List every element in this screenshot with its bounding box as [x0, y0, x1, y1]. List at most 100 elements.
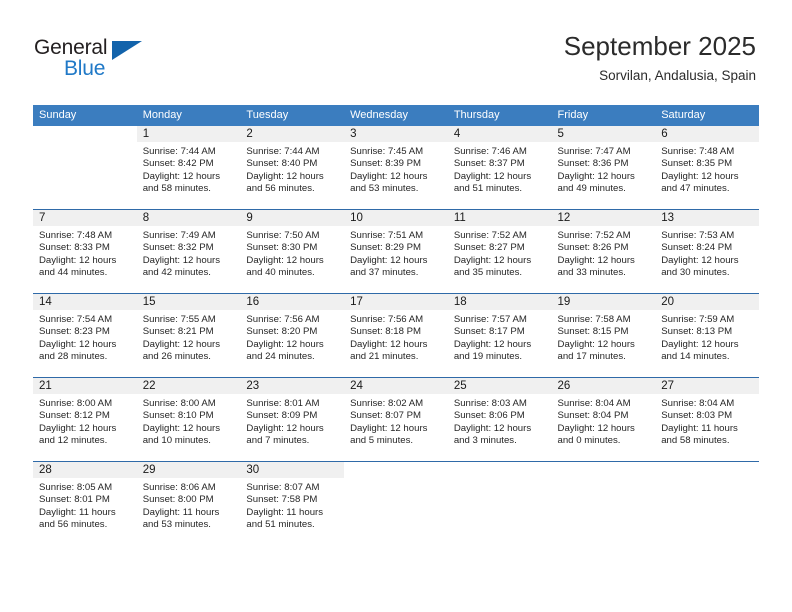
day-number: 9: [240, 210, 345, 226]
daylight-text-line1: Daylight: 12 hours: [557, 422, 635, 434]
daylight-text-line2: and 44 minutes.: [39, 266, 108, 278]
sunset-text: Sunset: 8:32 PM: [142, 242, 214, 254]
daylight-text-line1: Daylight: 12 hours: [453, 338, 532, 350]
daylight-text-line1: Daylight: 12 hours: [246, 338, 324, 350]
weekday-header-wednesday: Wednesday: [344, 105, 448, 126]
day-cell: 7 Sunrise: 7:48 AM Sunset: 8:33 PM Daylight…: [33, 210, 137, 293]
sunrise-text: Sunrise: 7:59 AM: [661, 314, 735, 325]
day-info: Sunrise: 8:06 AM Sunset: 8:00 PM Daylight:…: [137, 478, 241, 531]
sunset-text: Sunset: 8:17 PM: [453, 326, 525, 338]
calendar-day-cell[interactable]: 21 Sunrise: 8:00 AM Sunset: 8:12 PM Dayligh…: [33, 377, 137, 462]
daylight-text-line2: and 3 minutes.: [453, 434, 517, 446]
day-info: Sunrise: 7:55 AM Sunset: 8:21 PM Daylight:…: [137, 310, 241, 363]
calendar-day-cell[interactable]: 30 Sunrise: 8:07 AM Sunset: 7:58 PM Dayligh…: [240, 461, 345, 545]
calendar-day-cell[interactable]: 27 Sunrise: 8:04 AM Sunset: 8:03 PM Dayligh…: [655, 377, 759, 462]
calendar-header-row: Sunday Monday Tuesday Wednesday Thursday…: [33, 105, 759, 126]
calendar-day-cell[interactable]: 5 Sunrise: 7:47 AM Sunset: 8:36 PM Daylight…: [551, 126, 656, 210]
day-cell: 24 Sunrise: 8:02 AM Sunset: 8:07 PM Dayligh…: [344, 378, 448, 461]
calendar-day-cell[interactable]: 24 Sunrise: 8:02 AM Sunset: 8:07 PM Dayligh…: [344, 377, 448, 462]
calendar-day-cell[interactable]: 1 Sunrise: 7:44 AM Sunset: 8:42 PM Daylight…: [136, 126, 241, 210]
calendar-week-row: 1 Sunrise: 7:44 AM Sunset: 8:42 PM Daylight…: [33, 126, 759, 210]
daylight-text-line1: Daylight: 12 hours: [557, 170, 635, 182]
day-cell: 23 Sunrise: 8:01 AM Sunset: 8:09 PM Dayligh…: [240, 378, 345, 461]
daylight-text-line1: Daylight: 12 hours: [557, 254, 635, 266]
day-info: Sunrise: 8:05 AM Sunset: 8:01 PM Daylight:…: [33, 478, 137, 531]
day-number: 29: [136, 462, 241, 478]
daylight-text-line2: and 19 minutes.: [453, 350, 523, 362]
daylight-text-line1: Daylight: 12 hours: [350, 338, 428, 350]
daylight-text-line1: Daylight: 12 hours: [453, 422, 532, 434]
day-cell: 11 Sunrise: 7:52 AM Sunset: 8:27 PM Dayligh…: [447, 210, 552, 293]
day-info: Sunrise: 7:56 AM Sunset: 8:18 PM Daylight:…: [344, 310, 448, 363]
calendar-day-cell[interactable]: 12 Sunrise: 7:52 AM Sunset: 8:26 PM Dayligh…: [551, 209, 656, 294]
day-info: Sunrise: 7:48 AM Sunset: 8:35 PM Daylight:…: [655, 142, 759, 195]
sunset-text: Sunset: 8:15 PM: [557, 326, 629, 338]
day-info: Sunrise: 8:04 AM Sunset: 8:04 PM Daylight:…: [552, 394, 656, 447]
calendar-day-cell[interactable]: 11 Sunrise: 7:52 AM Sunset: 8:27 PM Dayligh…: [447, 209, 552, 294]
day-number: 3: [344, 126, 448, 142]
general-blue-logo[interactable]: General Blue: [34, 36, 234, 92]
sunrise-text: Sunrise: 8:05 AM: [39, 482, 113, 493]
daylight-text-line1: Daylight: 11 hours: [142, 506, 220, 518]
calendar-day-cell[interactable]: 10 Sunrise: 7:51 AM Sunset: 8:29 PM Dayligh…: [344, 209, 448, 294]
day-number: 18: [447, 294, 552, 310]
logo-text-blue: Blue: [64, 57, 106, 80]
day-number: 22: [136, 378, 241, 394]
sunrise-text: Sunrise: 8:07 AM: [246, 482, 320, 493]
calendar-day-cell[interactable]: 14 Sunrise: 7:54 AM Sunset: 8:23 PM Dayligh…: [33, 293, 137, 378]
calendar-day-cell[interactable]: 17 Sunrise: 7:56 AM Sunset: 8:18 PM Dayligh…: [344, 293, 448, 378]
day-number: 8: [136, 210, 241, 226]
day-cell: 17 Sunrise: 7:56 AM Sunset: 8:18 PM Dayligh…: [344, 294, 448, 377]
daylight-text-line1: Daylight: 12 hours: [39, 254, 117, 266]
daylight-text-line2: and 58 minutes.: [142, 182, 211, 194]
calendar-day-cell[interactable]: 28 Sunrise: 8:05 AM Sunset: 8:01 PM Dayligh…: [33, 461, 137, 545]
calendar-day-cell[interactable]: 3 Sunrise: 7:45 AM Sunset: 8:39 PM Daylight…: [344, 126, 448, 210]
sunrise-text: Sunrise: 8:01 AM: [246, 398, 320, 409]
day-cell: 21 Sunrise: 8:00 AM Sunset: 8:12 PM Dayligh…: [33, 378, 137, 461]
calendar-day-cell[interactable]: 19 Sunrise: 7:58 AM Sunset: 8:15 PM Dayligh…: [551, 293, 656, 378]
day-cell: 22 Sunrise: 8:00 AM Sunset: 8:10 PM Dayligh…: [136, 378, 241, 461]
calendar-day-cell[interactable]: 23 Sunrise: 8:01 AM Sunset: 8:09 PM Dayligh…: [240, 377, 345, 462]
calendar-day-cell[interactable]: 6 Sunrise: 7:48 AM Sunset: 8:35 PM Daylight…: [655, 126, 759, 210]
calendar-day-cell[interactable]: 8 Sunrise: 7:49 AM Sunset: 8:32 PM Daylight…: [136, 209, 241, 294]
calendar-day-cell[interactable]: 16 Sunrise: 7:56 AM Sunset: 8:20 PM Dayligh…: [240, 293, 345, 378]
daylight-text-line1: Daylight: 12 hours: [142, 338, 221, 350]
empty-day-cell: [447, 462, 552, 545]
daylight-text-line2: and 10 minutes.: [142, 434, 211, 446]
calendar-day-cell[interactable]: 18 Sunrise: 7:57 AM Sunset: 8:17 PM Dayligh…: [447, 293, 552, 378]
day-cell: 18 Sunrise: 7:57 AM Sunset: 8:17 PM Dayligh…: [447, 294, 552, 377]
calendar-day-cell[interactable]: 26 Sunrise: 8:04 AM Sunset: 8:04 PM Dayligh…: [551, 377, 656, 462]
daylight-text-line2: and 30 minutes.: [661, 266, 730, 278]
daylight-text-line1: Daylight: 12 hours: [350, 422, 428, 434]
sunrise-text: Sunrise: 7:54 AM: [39, 314, 113, 325]
calendar-day-cell[interactable]: 25 Sunrise: 8:03 AM Sunset: 8:06 PM Dayligh…: [447, 377, 552, 462]
day-info: Sunrise: 7:44 AM Sunset: 8:42 PM Daylight:…: [137, 142, 241, 195]
calendar-day-cell: [33, 126, 137, 210]
day-number: 10: [344, 210, 448, 226]
calendar-day-cell[interactable]: 29 Sunrise: 8:06 AM Sunset: 8:00 PM Dayligh…: [136, 461, 241, 545]
calendar-day-cell[interactable]: 7 Sunrise: 7:48 AM Sunset: 8:33 PM Daylight…: [33, 209, 137, 294]
sunset-text: Sunset: 8:01 PM: [39, 494, 110, 506]
calendar-day-cell[interactable]: 15 Sunrise: 7:55 AM Sunset: 8:21 PM Dayligh…: [136, 293, 241, 378]
calendar-day-cell[interactable]: 9 Sunrise: 7:50 AM Sunset: 8:30 PM Daylight…: [240, 209, 345, 294]
daylight-text-line1: Daylight: 12 hours: [661, 254, 739, 266]
sunset-text: Sunset: 7:58 PM: [246, 494, 318, 506]
sunrise-text: Sunrise: 7:44 AM: [246, 146, 320, 157]
day-number: [33, 126, 137, 142]
calendar-day-cell[interactable]: 13 Sunrise: 7:53 AM Sunset: 8:24 PM Dayligh…: [655, 209, 759, 294]
day-cell: 5 Sunrise: 7:47 AM Sunset: 8:36 PM Daylight…: [551, 126, 656, 209]
day-number: 7: [33, 210, 137, 226]
calendar-day-cell[interactable]: 4 Sunrise: 7:46 AM Sunset: 8:37 PM Daylight…: [447, 126, 552, 210]
day-number: 28: [33, 462, 137, 478]
day-info: Sunrise: 7:57 AM Sunset: 8:17 PM Daylight:…: [448, 310, 552, 363]
sunrise-text: Sunrise: 7:47 AM: [557, 146, 631, 157]
day-cell: 13 Sunrise: 7:53 AM Sunset: 8:24 PM Dayligh…: [655, 210, 759, 293]
calendar-day-cell[interactable]: 22 Sunrise: 8:00 AM Sunset: 8:10 PM Dayligh…: [136, 377, 241, 462]
daylight-text-line2: and 14 minutes.: [661, 350, 730, 362]
calendar-day-cell[interactable]: 2 Sunrise: 7:44 AM Sunset: 8:40 PM Daylight…: [240, 126, 345, 210]
calendar-week-row: 21 Sunrise: 8:00 AM Sunset: 8:12 PM Dayligh…: [33, 377, 759, 462]
sunrise-text: Sunrise: 7:56 AM: [246, 314, 320, 325]
day-number: 15: [136, 294, 241, 310]
sunrise-text: Sunrise: 7:55 AM: [142, 314, 216, 325]
calendar-day-cell[interactable]: 20 Sunrise: 7:59 AM Sunset: 8:13 PM Dayligh…: [655, 293, 759, 378]
